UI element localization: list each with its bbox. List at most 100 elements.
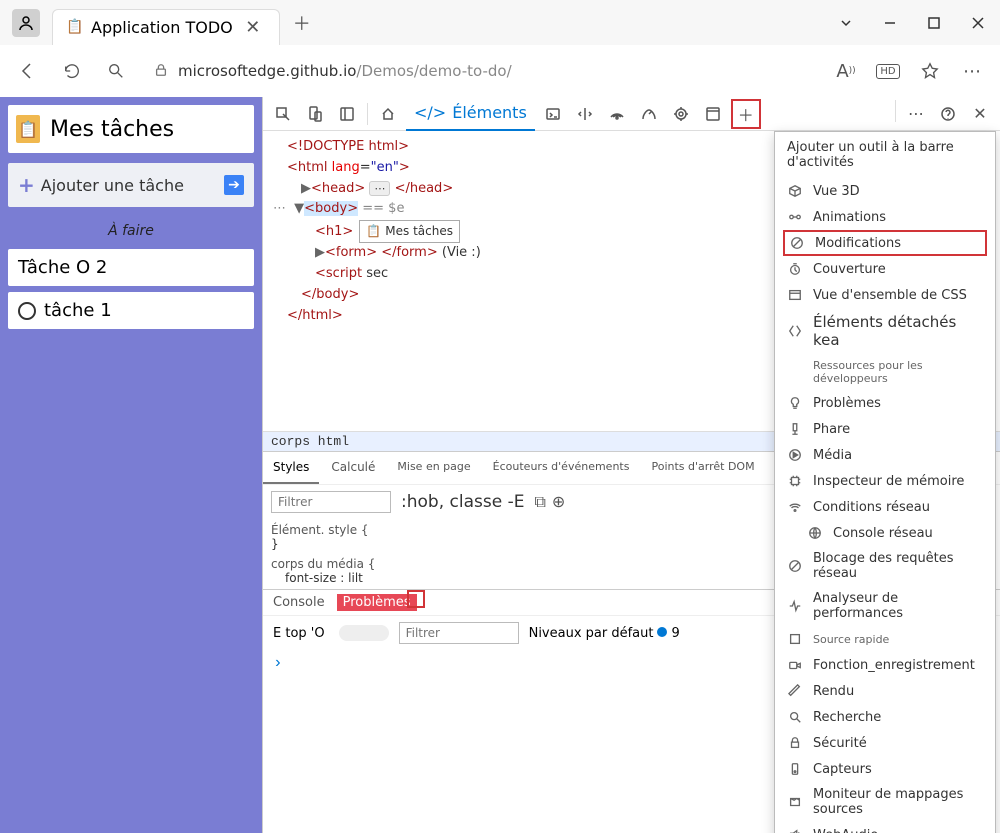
dropdown-item[interactable]: Couverture xyxy=(775,256,995,282)
dropdown-item-label: Recherche xyxy=(813,710,881,725)
dropdown-item[interactable]: Conditions réseau xyxy=(775,494,995,520)
chevron-down-icon[interactable] xyxy=(824,3,868,43)
menu-button[interactable]: ⋯ xyxy=(954,53,990,89)
task-item[interactable]: Tâche O 2 xyxy=(8,249,254,286)
dropdown-item[interactable]: Source rapide xyxy=(775,626,995,652)
application-icon[interactable] xyxy=(699,100,727,128)
dropdown-item-label: Source rapide xyxy=(813,633,889,646)
dropdown-item[interactable]: Inspecteur de mémoire xyxy=(775,468,995,494)
dropdown-item[interactable]: Moniteur de mappages sources xyxy=(775,782,995,822)
dropdown-item[interactable]: Vue d'ensemble de CSS xyxy=(775,282,995,308)
read-aloud-icon[interactable]: A)) xyxy=(828,53,864,89)
dropdown-item[interactable]: Sécurité xyxy=(775,730,995,756)
light-icon xyxy=(787,421,803,437)
devtools-panel: </> Éléments ＋ ⋯ ✕ <!DOCTYPE html> <html… xyxy=(262,97,1000,833)
tab-close-button[interactable]: ✕ xyxy=(241,15,265,39)
add-task-input[interactable]: + Ajouter une tâche ➔ xyxy=(8,163,254,207)
log-levels[interactable]: Niveaux par défaut9 xyxy=(529,626,680,641)
clipboard-icon: 📋 xyxy=(67,19,83,35)
dropdown-title: Ajouter un outil à la barre d'activités xyxy=(775,132,995,178)
styles-filter-input[interactable] xyxy=(271,491,391,513)
task-checkbox[interactable] xyxy=(18,302,36,320)
dropdown-item[interactable]: Rendu xyxy=(775,678,995,704)
memory-icon[interactable] xyxy=(667,100,695,128)
welcome-icon[interactable] xyxy=(374,100,402,128)
hd-icon[interactable]: HD xyxy=(870,53,906,89)
app-title: Mes tâches xyxy=(50,117,174,142)
dropdown-item-label: Phare xyxy=(813,422,850,437)
dropdown-item-label: Analyseur de performances xyxy=(813,591,983,621)
play-icon xyxy=(787,447,803,463)
favorite-button[interactable] xyxy=(912,53,948,89)
submit-task-button[interactable]: ➔ xyxy=(224,175,244,195)
dropdown-item[interactable]: Problèmes xyxy=(775,390,995,416)
person-icon xyxy=(18,15,34,31)
device-icon[interactable] xyxy=(301,100,329,128)
dropdown-item-label: WebAudio xyxy=(813,828,878,833)
bulb-icon xyxy=(787,395,803,411)
minimize-button[interactable] xyxy=(868,3,912,43)
circle-slash-icon xyxy=(789,235,805,251)
refresh-button[interactable] xyxy=(54,53,90,89)
context-badge xyxy=(339,625,389,641)
dropdown-item-label: Conditions réseau xyxy=(813,500,930,515)
dropdown-item[interactable]: Modifications xyxy=(783,230,987,256)
add-rule-icon[interactable]: ⊕ xyxy=(552,492,565,512)
task-item[interactable]: tâche 1 xyxy=(8,292,254,329)
section-label: À faire xyxy=(8,223,254,239)
dropdown-item[interactable]: Analyseur de performances xyxy=(775,586,995,626)
add-tool-button[interactable]: ＋ xyxy=(731,99,761,129)
cube-icon xyxy=(787,183,803,199)
dropdown-item[interactable]: Vue 3D xyxy=(775,178,995,204)
clipboard-icon: 📋 xyxy=(16,115,40,143)
square-icon xyxy=(787,631,803,647)
tab-styles[interactable]: Styles xyxy=(263,452,319,484)
dropdown-item[interactable]: Animations xyxy=(775,204,995,230)
sensor-icon xyxy=(787,761,803,777)
detach-icon xyxy=(787,323,803,339)
wifi-icon xyxy=(787,499,803,515)
url-field[interactable]: microsoftedge.github.io/Demos/demo-to-do… xyxy=(142,54,820,88)
browser-tab[interactable]: 📋 Application TODO ✕ xyxy=(52,9,280,45)
tab-title: Application TODO xyxy=(91,18,233,37)
dropdown-item[interactable]: Blocage des requêtes réseau xyxy=(775,546,995,586)
elements-tab[interactable]: </> Éléments xyxy=(406,97,535,131)
dropdown-item[interactable]: Ressources pour les développeurs xyxy=(775,354,995,390)
help-icon[interactable] xyxy=(934,100,962,128)
console-filter-input[interactable] xyxy=(399,622,519,644)
inspect-icon[interactable] xyxy=(269,100,297,128)
problems-tab[interactable]: Problèmes xyxy=(337,594,417,611)
dropdown-item[interactable]: Média xyxy=(775,442,995,468)
top-context[interactable]: E top 'O xyxy=(273,626,325,641)
dropdown-item[interactable]: Capteurs xyxy=(775,756,995,782)
sources-icon[interactable] xyxy=(571,100,599,128)
dropdown-item[interactable]: Console réseau xyxy=(775,520,995,546)
dropdown-item[interactable]: Recherche xyxy=(775,704,995,730)
copy-icon[interactable]: ⧉ xyxy=(534,492,545,512)
new-tab-button[interactable]: ＋ xyxy=(290,11,314,35)
profile-avatar[interactable] xyxy=(12,9,40,37)
dropdown-item[interactable]: WebAudio xyxy=(775,822,995,833)
close-window-button[interactable] xyxy=(956,3,1000,43)
dropdown-item[interactable]: Phare xyxy=(775,416,995,442)
performance-icon[interactable] xyxy=(635,100,663,128)
tab-listeners[interactable]: Écouteurs d'événements xyxy=(483,452,640,484)
anim-icon xyxy=(787,209,803,225)
panel-icon[interactable] xyxy=(333,100,361,128)
tab-computed[interactable]: Calculé xyxy=(321,452,385,484)
tab-dom-bp[interactable]: Points d'arrêt DOM xyxy=(641,452,764,484)
console-icon[interactable] xyxy=(539,100,567,128)
dropdown-item[interactable]: Fonction_enregistrement xyxy=(775,652,995,678)
dropdown-item[interactable]: Éléments détachés kea xyxy=(775,308,995,354)
search-button[interactable] xyxy=(98,53,134,89)
dropdown-item-label: Modifications xyxy=(815,236,901,251)
more-icon[interactable]: ⋯ xyxy=(902,100,930,128)
dropdown-item-label: Ressources pour les développeurs xyxy=(813,359,983,385)
close-devtools-button[interactable]: ✕ xyxy=(966,100,994,128)
tab-layout[interactable]: Mise en page xyxy=(387,452,480,484)
maximize-button[interactable] xyxy=(912,3,956,43)
network-icon[interactable] xyxy=(603,100,631,128)
console-tab[interactable]: Console xyxy=(273,595,325,610)
dropdown-item-label: Média xyxy=(813,448,852,463)
back-button[interactable] xyxy=(10,53,46,89)
